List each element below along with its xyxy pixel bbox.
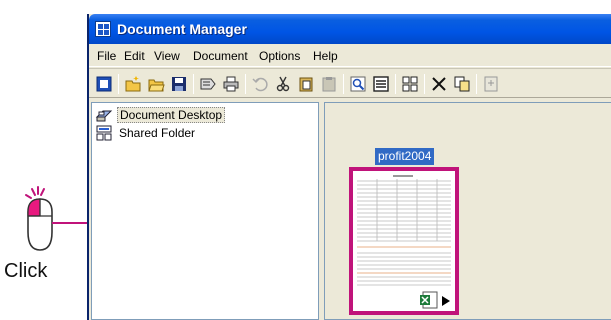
copy-icon	[299, 77, 313, 92]
paste-button[interactable]	[318, 73, 340, 95]
cut-button[interactable]	[272, 73, 294, 95]
thumbnails-button[interactable]	[399, 73, 421, 95]
save-button[interactable]	[168, 73, 190, 95]
menu-options[interactable]: Options	[259, 49, 300, 63]
cut-icon	[276, 76, 290, 92]
undo-icon	[252, 77, 268, 92]
properties-button[interactable]	[370, 73, 392, 95]
export-icon	[484, 76, 498, 92]
tree-item-shared-folder[interactable]: Shared Folder	[95, 124, 197, 142]
open-icon	[148, 79, 165, 92]
copy-button[interactable]	[295, 73, 317, 95]
properties-icon	[373, 76, 389, 92]
new-document-icon	[96, 76, 112, 92]
search-button[interactable]	[347, 73, 369, 95]
search-icon	[350, 76, 366, 92]
menu-view[interactable]: View	[154, 49, 180, 63]
menu-edit[interactable]: Edit	[124, 49, 145, 63]
undo-button[interactable]	[249, 73, 271, 95]
thumbnails-icon	[402, 76, 418, 92]
save-icon	[172, 77, 186, 91]
app-icon	[95, 21, 111, 37]
export-button[interactable]	[480, 73, 502, 95]
duplicate-icon	[454, 76, 470, 92]
duplicate-button[interactable]	[451, 73, 473, 95]
menu-file[interactable]: File	[97, 49, 116, 63]
paste-icon	[322, 77, 336, 92]
folder-tree-pane: Document Desktop Shared Folder	[91, 102, 319, 320]
tree-item-label: Shared Folder	[119, 126, 196, 140]
print-button[interactable]	[220, 73, 242, 95]
document-manager-window: Document Manager File Edit View Document…	[87, 14, 611, 320]
toolbar	[89, 68, 611, 98]
menu-document[interactable]: Document	[193, 49, 248, 63]
shared-folder-icon	[96, 125, 112, 141]
click-label: Click	[4, 260, 48, 282]
new-folder-icon	[125, 76, 141, 92]
print-icon	[223, 76, 239, 92]
mouse-icon	[25, 186, 53, 251]
excel-icon	[420, 291, 438, 309]
document-thumbnail[interactable]	[349, 167, 459, 315]
tree-item-label: Document Desktop	[117, 107, 226, 123]
send-icon	[200, 78, 216, 90]
menu-bar: File Edit View Document Options Help	[89, 45, 611, 67]
delete-icon	[432, 77, 446, 91]
menu-help[interactable]: Help	[313, 49, 338, 63]
new-document-button[interactable]	[93, 73, 115, 95]
window-title: Document Manager	[117, 21, 247, 37]
document-name-label[interactable]: profit2004	[375, 148, 435, 165]
title-bar[interactable]: Document Manager	[89, 14, 611, 44]
new-folder-button[interactable]	[122, 73, 144, 95]
open-button[interactable]	[145, 73, 167, 95]
tree-item-document-desktop[interactable]: Document Desktop	[95, 106, 226, 124]
document-view-pane: profit2004	[324, 102, 611, 320]
desktop-icon	[95, 110, 113, 122]
spreadsheet-preview-icon	[357, 175, 451, 286]
send-button[interactable]	[197, 73, 219, 95]
delete-button[interactable]	[428, 73, 450, 95]
play-arrow-icon[interactable]	[441, 295, 451, 307]
